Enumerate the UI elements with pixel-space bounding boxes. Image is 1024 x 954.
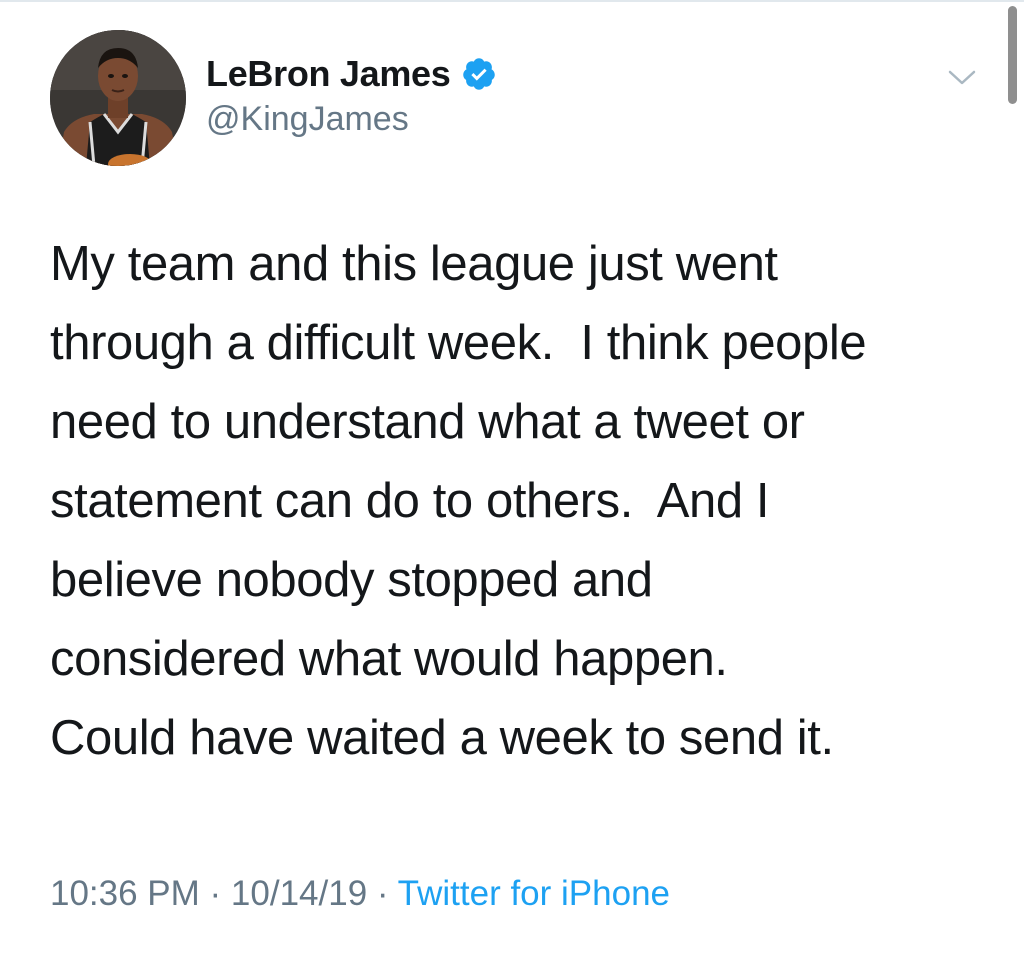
tweet-text-line: Could have waited a week to send it. [50, 711, 834, 765]
tweet-date[interactable]: 10/14/19 [231, 874, 367, 913]
meta-separator: · [199, 874, 231, 913]
tweet-text-line: My team and this league just went [50, 237, 778, 291]
tweet-time[interactable]: 10:36 PM [50, 874, 200, 913]
meta-separator: · [367, 874, 398, 913]
scrollbar[interactable] [1008, 6, 1017, 104]
tweet-source-link[interactable]: Twitter for iPhone [398, 874, 670, 913]
tweet-text-line: need to understand what a tweet or [50, 395, 805, 449]
author-name-row[interactable]: LeBron James [206, 52, 497, 96]
display-name[interactable]: LeBron James [206, 53, 451, 95]
top-divider [0, 0, 1024, 2]
tweet-meta: 10:36 PM · 10/14/19 · Twitter for iPhone [50, 874, 670, 914]
tweet-text-line: statement can do to others. And I [50, 474, 770, 528]
avatar[interactable] [50, 30, 186, 166]
tweet-text-line: through a difficult week. I think people [50, 316, 867, 370]
verified-badge-icon [462, 58, 495, 90]
tweet-text-line: considered what would happen. [50, 632, 728, 686]
author-handle[interactable]: @KingJames [206, 100, 409, 139]
chevron-down-icon[interactable] [946, 66, 978, 88]
tweet-text: My team and this league just went throug… [50, 225, 1000, 778]
profile-photo-icon [50, 30, 186, 166]
tweet-text-line: believe nobody stopped and [50, 553, 653, 607]
